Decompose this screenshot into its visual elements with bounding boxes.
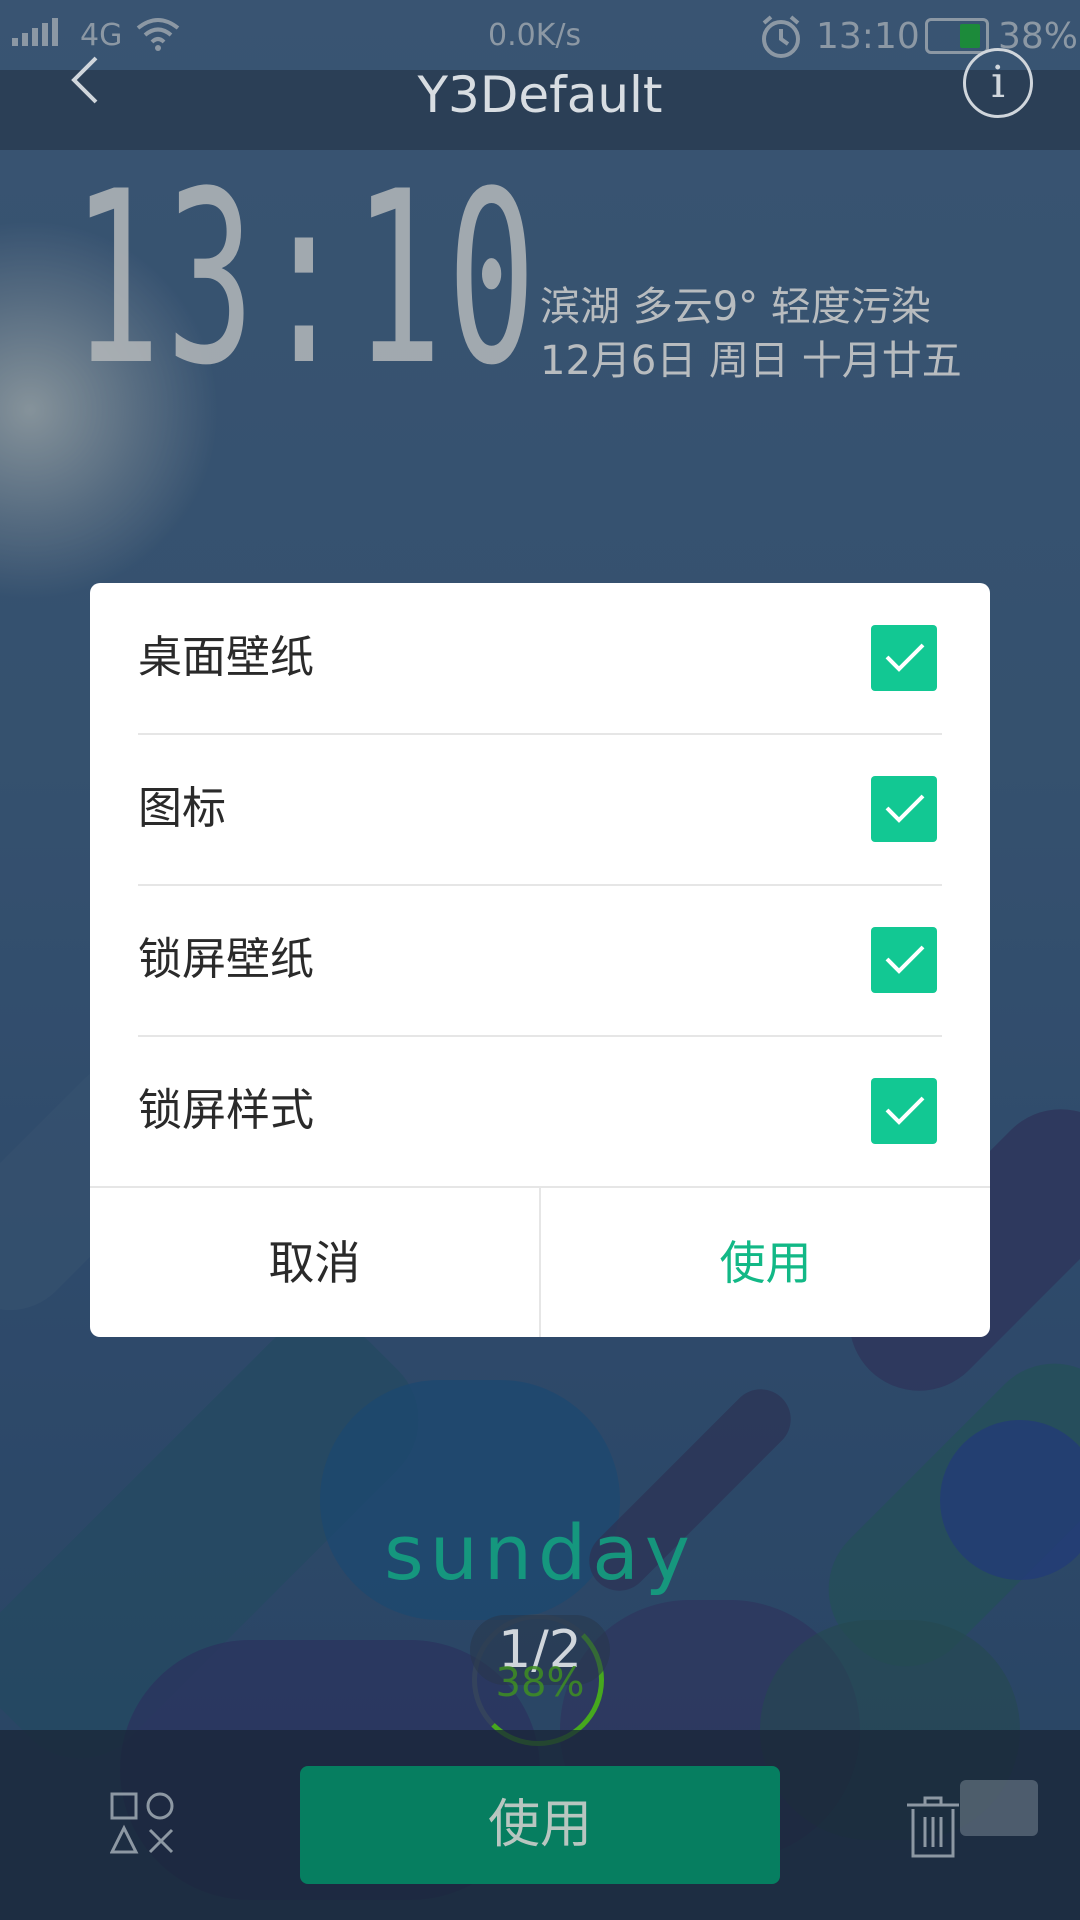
wifi-icon (136, 16, 180, 61)
checkbox-checked[interactable] (871, 927, 937, 993)
apply-options-dialog: 桌面壁纸 图标 锁屏壁纸 锁屏样式 取消 使用 (90, 583, 990, 1337)
option-lockscreen-wallpaper[interactable]: 锁屏壁纸 (138, 885, 942, 1037)
preview-clock: 13:10 (72, 141, 542, 418)
option-label: 锁屏样式 (138, 1085, 314, 1136)
option-icons[interactable]: 图标 (138, 734, 942, 886)
info-icon[interactable]: i (963, 48, 1033, 118)
trash-icon[interactable] (905, 1795, 961, 1863)
camera-icon (960, 1780, 1038, 1836)
option-lockscreen-style[interactable]: 锁屏样式 (138, 1036, 942, 1186)
alarm-icon (758, 14, 804, 69)
option-label: 图标 (138, 783, 226, 834)
progress-percent: 38% (495, 1660, 585, 1706)
date-line: 12月6日 周日 十月廿五 (540, 338, 962, 384)
header-bar: Y3Default i (0, 48, 1080, 150)
option-label: 桌面壁纸 (138, 632, 314, 683)
option-label: 锁屏壁纸 (138, 934, 314, 985)
battery-icon (925, 18, 989, 54)
dialog-actions: 取消 使用 (90, 1186, 990, 1337)
weather-line: 滨湖 多云9° 轻度污染 (540, 284, 931, 330)
bottom-bar: 使用 (0, 1730, 1080, 1920)
checkbox-checked[interactable] (871, 625, 937, 691)
checkbox-checked[interactable] (871, 776, 937, 842)
status-bar: 4G 0.0K/s 13:10 38% (0, 0, 1080, 70)
confirm-apply-button[interactable]: 使用 (541, 1188, 990, 1337)
shapes-icon[interactable] (109, 1792, 176, 1860)
apply-button[interactable]: 使用 (300, 1766, 780, 1884)
signal-icon (12, 18, 58, 46)
checkbox-checked[interactable] (871, 1078, 937, 1144)
page-title: Y3Default (417, 66, 663, 124)
option-desktop-wallpaper[interactable]: 桌面壁纸 (138, 583, 942, 735)
status-time: 13:10 (816, 16, 920, 57)
network-speed: 0.0K/s (488, 18, 582, 53)
network-type: 4G (80, 18, 123, 53)
preview-day-word: sunday (384, 1508, 696, 1597)
cancel-button[interactable]: 取消 (90, 1188, 541, 1337)
preview-weather: 滨湖 多云9° 轻度污染 12月6日 周日 十月廿五 (540, 280, 962, 388)
